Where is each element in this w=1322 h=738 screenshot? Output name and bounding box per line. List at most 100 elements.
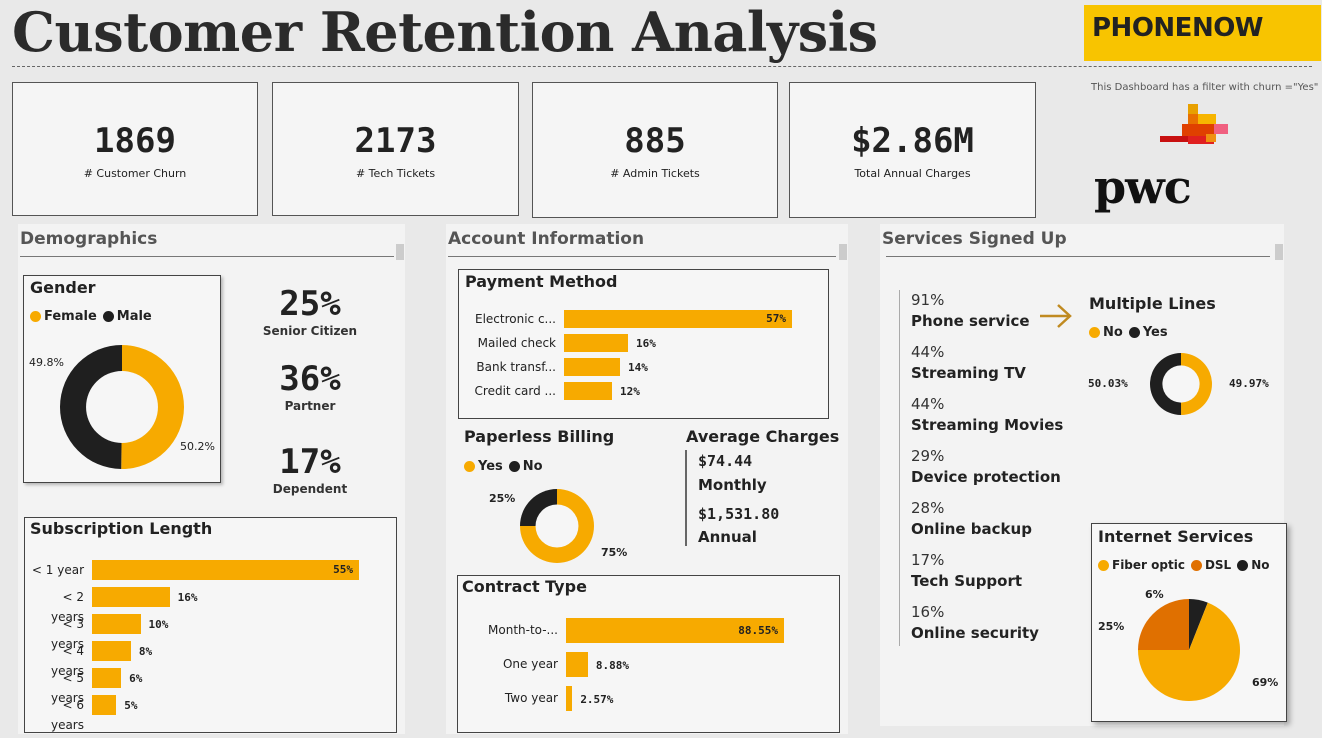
- pie-slice-dsl[interactable]: [1138, 599, 1189, 650]
- gender-donut-chart[interactable]: [60, 345, 184, 469]
- bar-category-label: < 6 years: [50, 698, 84, 732]
- no-data-label: 6%: [1145, 588, 1164, 601]
- dsl-data-label: 25%: [1098, 620, 1125, 633]
- bar[interactable]: [564, 358, 620, 376]
- kpi-label: # Tech Tickets: [355, 167, 436, 180]
- service-name: Tech Support: [911, 572, 1023, 590]
- bar[interactable]: 88.55%: [566, 618, 784, 643]
- legend-dot-icon: [1128, 327, 1140, 338]
- stat-value: 36%: [279, 359, 341, 399]
- bar[interactable]: [92, 695, 117, 715]
- no-data-label: 49.97%: [1229, 377, 1269, 390]
- yes-data-label: 75%: [601, 546, 628, 559]
- legend-dot-icon: [1089, 327, 1100, 338]
- multiple-lines-donut-chart[interactable]: [1150, 353, 1212, 415]
- bar[interactable]: [564, 334, 628, 352]
- bar[interactable]: 57%: [564, 310, 792, 328]
- internet-pie-chart[interactable]: [1138, 599, 1240, 701]
- bar-row[interactable]: 8% < 4 years: [28, 641, 388, 678]
- stat-partner: 36% Partner: [250, 359, 370, 413]
- service-item: 29% Device protection: [911, 447, 1061, 486]
- bar-row[interactable]: Electronic c... 57%: [462, 310, 822, 328]
- bar-data-label: 5%: [124, 699, 138, 712]
- paperless-title: Paperless Billing: [464, 427, 615, 446]
- bar-row[interactable]: 12% Credit card ...: [462, 382, 822, 400]
- bar-row[interactable]: 6% < 5 years: [28, 668, 388, 705]
- multiple-lines-legend: No Yes: [1089, 325, 1168, 340]
- legend-label: Yes: [1142, 325, 1168, 340]
- bar[interactable]: [92, 614, 141, 634]
- legend-label: No: [1103, 325, 1123, 340]
- annual-label: Annual: [698, 528, 757, 546]
- bar[interactable]: [564, 382, 612, 400]
- payment-method-title: Payment Method: [465, 272, 618, 291]
- stat-label: Partner: [284, 399, 336, 413]
- bar-data-label: 10%: [148, 618, 169, 631]
- yes-data-label: 50.03%: [1088, 377, 1128, 390]
- contract-bar-chart[interactable]: Month-to-... 88.55% 8.88% One year 2.57% Two …: [462, 618, 832, 718]
- bar-row[interactable]: 2.57% Two year: [462, 686, 832, 711]
- legend-label: DSL: [1204, 558, 1232, 572]
- bar-row[interactable]: Month-to-... 88.55%: [462, 618, 832, 643]
- pwc-logo: pwc: [1094, 160, 1192, 214]
- kpi-card-admin-tickets[interactable]: 885 # Admin Tickets: [532, 82, 778, 218]
- bar-category-label: Bank transf...: [476, 360, 556, 374]
- bar-data-label: 8%: [138, 645, 153, 658]
- stat-value: 25%: [279, 284, 341, 324]
- bar-category-label: Electronic c...: [474, 312, 556, 326]
- avg-charges-title: Average Charges: [686, 427, 840, 446]
- bar[interactable]: [92, 641, 131, 661]
- kpi-card-tech-tickets[interactable]: 2173 # Tech Tickets: [272, 82, 519, 216]
- account-title: Account Information: [448, 229, 645, 249]
- no-data-label: 25%: [489, 492, 516, 505]
- legend-label: Fiber optic: [1112, 558, 1185, 572]
- subscription-bar-chart[interactable]: < 1 year 55% 16% < 2 years 10% < 3 years 8% < 4…: [28, 560, 388, 732]
- bar[interactable]: [566, 652, 588, 677]
- service-name: Phone service: [911, 312, 1030, 330]
- bar-row[interactable]: 10% < 3 years: [28, 614, 388, 651]
- legend-dot-icon: [508, 461, 520, 472]
- bar-row[interactable]: < 1 year 55%: [28, 560, 388, 580]
- payment-bar-chart[interactable]: Electronic c... 57% 16% Mailed check 14% Bank…: [462, 310, 822, 410]
- scrollbar[interactable]: [1275, 244, 1283, 260]
- kpi-label: # Admin Tickets: [610, 167, 700, 180]
- bar-data-label: 14%: [628, 361, 648, 374]
- bar[interactable]: [566, 686, 573, 711]
- kpi-card-customer-churn[interactable]: 1869 # Customer Churn: [12, 82, 258, 216]
- kpi-card-total-annual-charges[interactable]: $2.86M Total Annual Charges: [789, 82, 1036, 218]
- scrollbar[interactable]: [396, 244, 404, 260]
- bar[interactable]: [92, 587, 170, 607]
- paperless-donut-chart[interactable]: [520, 489, 594, 563]
- legend-dot-icon: [102, 311, 114, 322]
- service-name: Device protection: [911, 468, 1061, 486]
- bar-data-label: 2.57%: [580, 693, 614, 706]
- bar-data-label: 12%: [620, 385, 640, 398]
- multiple-lines-title: Multiple Lines: [1089, 294, 1216, 313]
- section-divider: [20, 256, 394, 257]
- section-divider: [886, 256, 1270, 257]
- scrollbar[interactable]: [839, 244, 847, 260]
- bar-category-label: Two year: [504, 691, 558, 705]
- section-divider: [448, 256, 836, 257]
- bar-row[interactable]: 16% Mailed check: [462, 334, 822, 352]
- services-divider: [899, 290, 900, 646]
- service-item: 28% Online backup: [911, 499, 1032, 538]
- donut-hole: [1162, 365, 1200, 403]
- bar[interactable]: [92, 668, 122, 688]
- kpi-value: 1869: [94, 121, 176, 161]
- stat-dependent: 17% Dependent: [250, 442, 370, 496]
- kpi-value: 885: [624, 121, 686, 161]
- bar-row[interactable]: 5% < 6 years: [28, 695, 388, 732]
- bar-row[interactable]: 14% Bank transf...: [462, 358, 822, 376]
- bar-row[interactable]: 16% < 2 years: [28, 587, 388, 624]
- bar-row[interactable]: 8.88% One year: [462, 652, 832, 677]
- service-pct: 28%: [911, 499, 945, 517]
- bar-category-label: One year: [502, 657, 558, 671]
- kpi-value: 2173: [354, 121, 437, 161]
- service-name: Streaming TV: [911, 364, 1026, 382]
- bar[interactable]: 55%: [92, 560, 359, 580]
- bar-data-label: 16%: [177, 591, 198, 604]
- internet-services-title: Internet Services: [1098, 527, 1254, 546]
- legend-label: No: [1251, 558, 1270, 572]
- services-title: Services Signed Up: [882, 229, 1067, 249]
